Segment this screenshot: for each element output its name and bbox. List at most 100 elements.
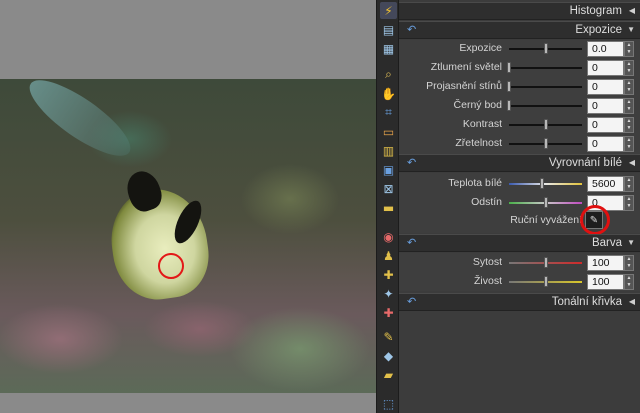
slider-thumb[interactable] [540, 178, 544, 189]
value-field[interactable]: 0 [587, 98, 624, 114]
saturation-row: Sytost 100 ▲ ▼ [399, 254, 640, 273]
spinner[interactable]: ▲ ▼ [624, 117, 634, 133]
spinner[interactable]: ▲ ▼ [624, 255, 634, 271]
add-mask-icon[interactable]: ✚ [380, 304, 397, 321]
slider-thumb[interactable] [544, 138, 548, 149]
exposure-row: Expozice 0.0 ▲ ▼ [399, 40, 640, 59]
slider-thumb[interactable] [507, 100, 511, 111]
highlights-row: Ztlumení světel 0 ▲ ▼ [399, 59, 640, 78]
brush-icon[interactable]: ✎ [380, 328, 397, 345]
slider-label: Živost [473, 275, 502, 287]
slider-label: Ztlumení světel [430, 61, 502, 73]
undo-icon[interactable]: ↶ [407, 236, 416, 249]
clarity-row: Zřetelnost 0 ▲ ▼ [399, 135, 640, 154]
collapse-arrow-icon[interactable]: ▼ [627, 238, 635, 247]
crop-icon[interactable]: ⌗ [380, 104, 397, 121]
color-title: Barva [591, 237, 622, 249]
hand-icon[interactable]: ✋ [380, 85, 397, 102]
tone-curve-title: Tonální křivka [551, 296, 622, 308]
spinner[interactable]: ▲ ▼ [624, 41, 634, 57]
value-field[interactable]: 0 [587, 79, 624, 95]
value-field[interactable]: 100 [587, 255, 624, 271]
slider-label: Teplota bílé [448, 177, 502, 189]
histogram-title: Histogram [569, 5, 622, 17]
undo-icon[interactable]: ↶ [407, 23, 416, 36]
expand-arrow-icon[interactable]: ◀ [629, 297, 635, 306]
clone-icon[interactable]: ♟ [380, 247, 397, 264]
color-header[interactable]: ↶ Barva ▼ [399, 234, 640, 252]
value-field[interactable]: 0.0 [587, 41, 624, 57]
spinner[interactable]: ▲ ▼ [624, 98, 634, 114]
slider-label: Kontrast [462, 118, 502, 130]
value-field[interactable]: 0 [587, 60, 624, 76]
tool-palette: ⚡ ▤ ▦ ⌕ ✋ ⌗ ▭ ▥ ▣ ⊠ ▬ ◉ ♟ ✚ ✦ ✚ ✎ ◆ ▰ ⬚ [376, 0, 399, 413]
expand-arrow-icon[interactable]: ◀ [629, 6, 635, 15]
spinner[interactable]: ▲ ▼ [624, 176, 634, 192]
highlight-ring [580, 205, 610, 235]
slider-label: Zřetelnost [455, 137, 502, 149]
collapse-arrow-icon[interactable]: ▼ [627, 25, 635, 34]
zoom-icon[interactable]: ⌕ [380, 66, 397, 83]
shadows-row: Projasnění stínů 0 ▲ ▼ [399, 78, 640, 97]
value-field[interactable]: 0 [587, 117, 624, 133]
spinner[interactable]: ▲ ▼ [624, 195, 634, 211]
exposure-title: Expozice [575, 24, 622, 36]
white-balance-title: Vyrovnání bílé [548, 157, 622, 169]
undo-icon[interactable]: ↶ [407, 156, 416, 169]
selection-icon[interactable]: ⬚ [380, 395, 397, 412]
slider-thumb[interactable] [544, 257, 548, 268]
slider-label: Odstín [471, 196, 502, 208]
value-field[interactable]: 100 [587, 274, 624, 290]
vibrance-row: Živost 100 ▲ ▼ [399, 273, 640, 292]
histogram-header[interactable]: Histogram ◀ [399, 2, 640, 20]
lightning-icon[interactable]: ⚡ [380, 2, 397, 19]
slider-thumb[interactable] [544, 276, 548, 287]
transform-icon[interactable]: ▣ [380, 161, 397, 178]
slider-label: Expozice [459, 42, 502, 54]
spinner[interactable]: ▲ ▼ [624, 60, 634, 76]
exposure-body: Expozice 0.0 ▲ ▼ Ztlumení světel 0 ▲ ▼ Pro… [399, 40, 640, 154]
fill-icon[interactable]: ◆ [380, 347, 397, 364]
temperature-row: Teplota bílé 5600 ▲ ▼ [399, 175, 640, 194]
image-canvas[interactable] [0, 0, 376, 413]
slider-track[interactable] [509, 86, 582, 88]
slider-thumb[interactable] [507, 81, 511, 92]
slider-track[interactable] [509, 183, 582, 185]
eraser-icon[interactable]: ▰ [380, 366, 397, 383]
white-balance-sample-marker[interactable] [158, 253, 184, 279]
calculator-icon[interactable]: ▦ [380, 40, 397, 57]
heal-icon[interactable]: ✚ [380, 266, 397, 283]
slider-label: Sytost [472, 256, 502, 268]
slider-label: Černý bod [453, 99, 502, 111]
spinner[interactable]: ▲ ▼ [624, 79, 634, 95]
tone-curve-header[interactable]: ↶ Tonální křivka ◀ [399, 293, 640, 311]
slider-label: Projasnění stínů [426, 80, 502, 92]
level-icon[interactable]: ▭ [380, 123, 397, 140]
undo-icon[interactable]: ↶ [407, 295, 416, 308]
slider-track[interactable] [509, 105, 582, 107]
spinner[interactable]: ▲ ▼ [624, 274, 634, 290]
spinner[interactable]: ▲ ▼ [624, 136, 634, 152]
slider-thumb[interactable] [507, 62, 511, 73]
adjustments-panel: Histogram ◀ ↶ Expozice ▼ Expozice 0.0 ▲ ▼… [399, 0, 640, 413]
photo-nudibranch[interactable] [0, 79, 376, 393]
slider-track[interactable] [509, 67, 582, 69]
white-balance-header[interactable]: ↶ Vyrovnání bílé ◀ [399, 154, 640, 172]
straighten-icon[interactable]: ▥ [380, 142, 397, 159]
magic-wand-icon[interactable]: ✦ [380, 285, 397, 302]
photo-detail [19, 79, 141, 168]
slider-thumb[interactable] [544, 197, 548, 208]
exposure-header[interactable]: ↶ Expozice ▼ [399, 21, 640, 39]
black-point-row: Černý bod 0 ▲ ▼ [399, 97, 640, 116]
expand-arrow-icon[interactable]: ◀ [629, 158, 635, 167]
value-field[interactable]: 5600 [587, 176, 624, 192]
gradient-icon[interactable]: ▬ [380, 199, 397, 216]
slider-thumb[interactable] [544, 43, 548, 54]
manual-balance-label: Ruční vyvážení [510, 214, 582, 226]
slider-thumb[interactable] [544, 119, 548, 130]
color-body: Sytost 100 ▲ ▼ Živost 100 ▲ ▼ [399, 253, 640, 291]
value-field[interactable]: 0 [587, 136, 624, 152]
perspective-icon[interactable]: ⊠ [380, 180, 397, 197]
print-icon[interactable]: ▤ [380, 21, 397, 38]
redeye-icon[interactable]: ◉ [380, 228, 397, 245]
